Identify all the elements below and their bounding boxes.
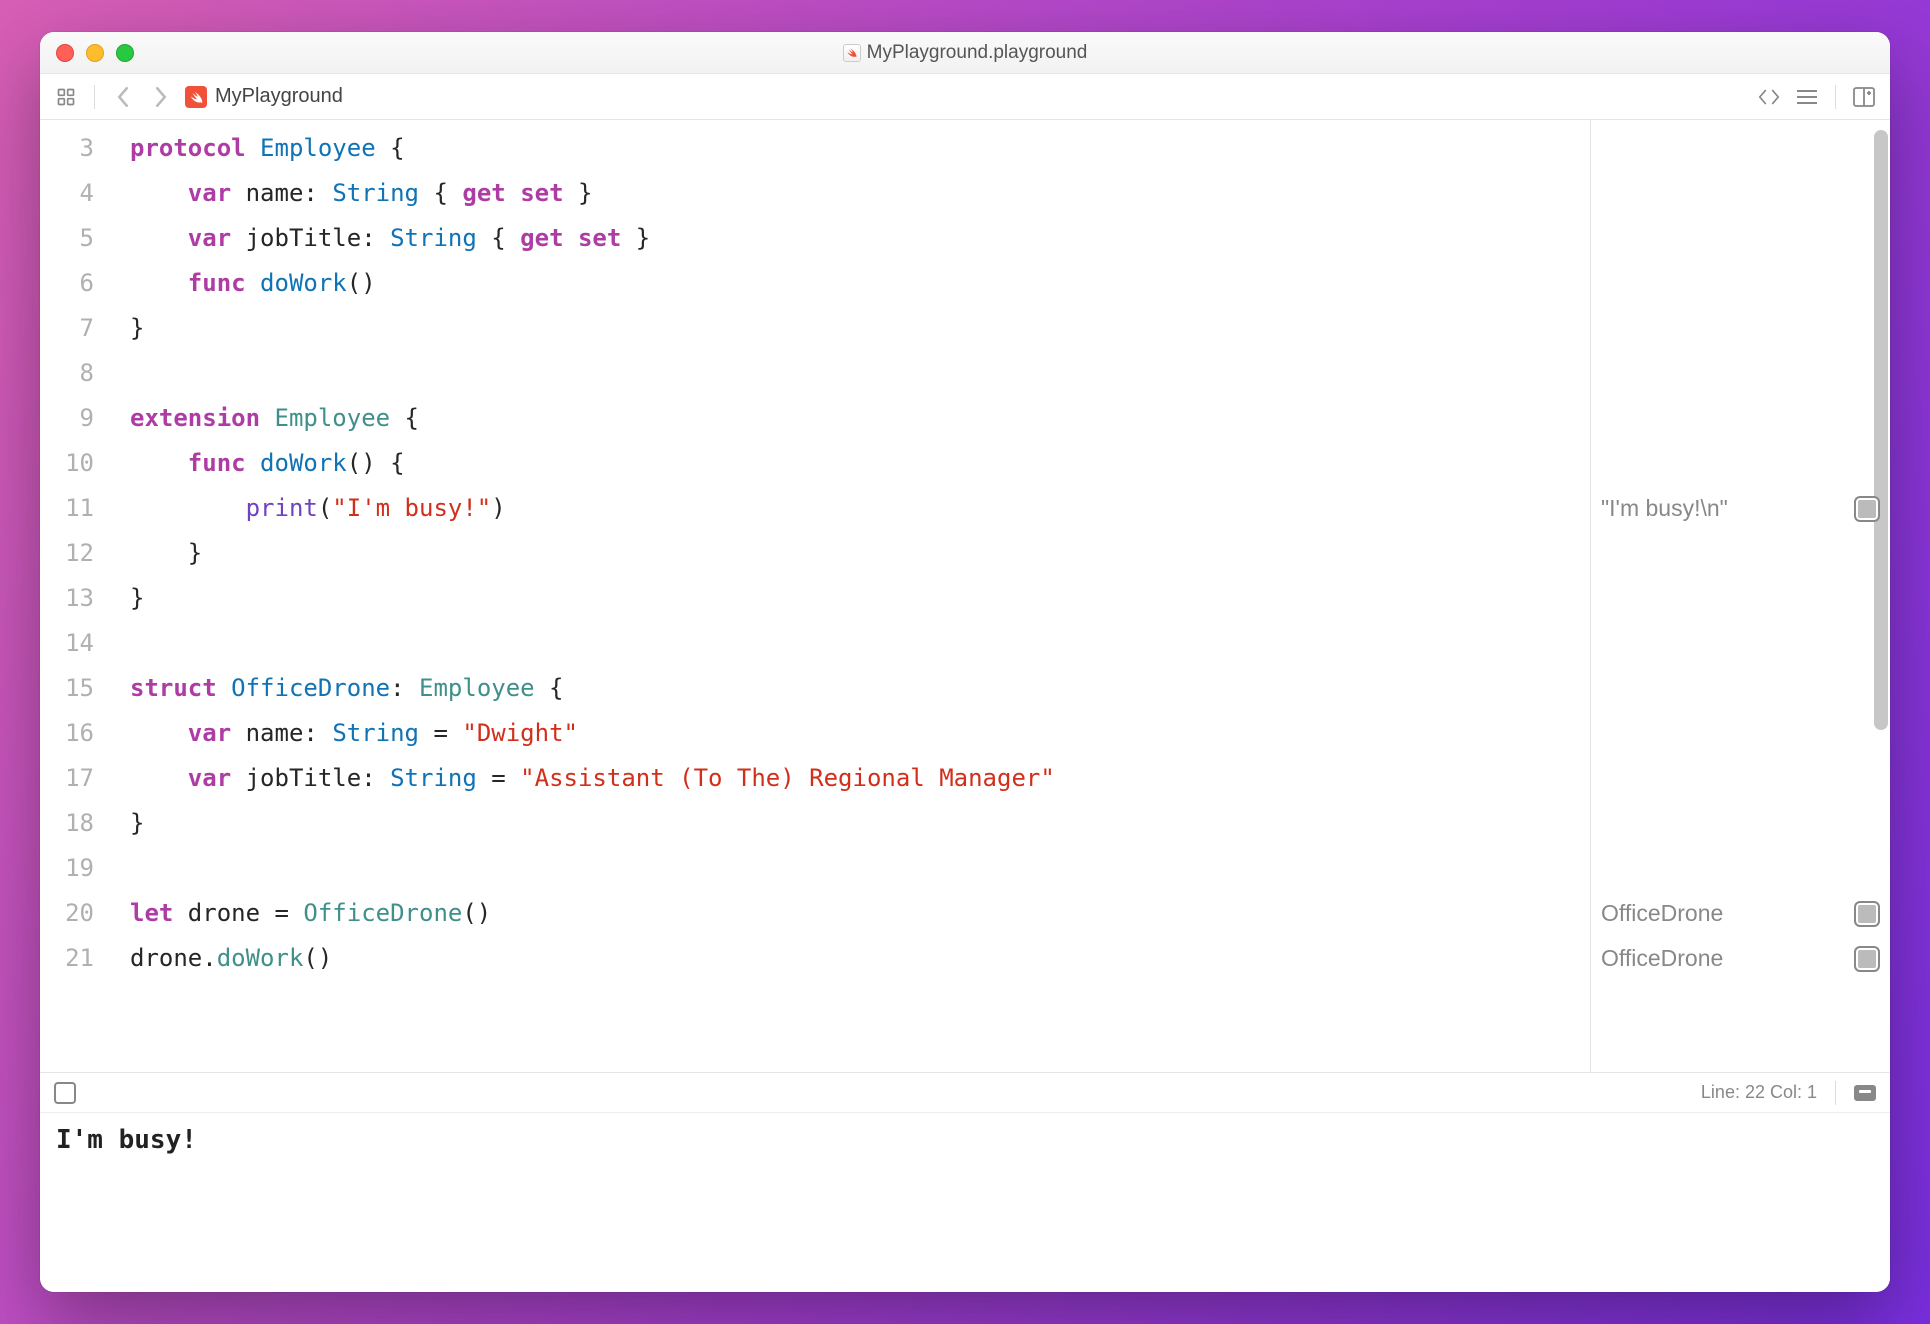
line-number: 20 bbox=[40, 891, 112, 936]
result-row[interactable]: "I'm busy!\n" bbox=[1601, 486, 1880, 531]
cursor-position: Line: 22 Col: 1 bbox=[1701, 1082, 1817, 1103]
code-line[interactable]: extension Employee { bbox=[130, 396, 1590, 441]
code-line[interactable]: var jobTitle: String = "Assistant (To Th… bbox=[130, 756, 1590, 801]
line-number: 5 bbox=[40, 216, 112, 261]
related-items-icon[interactable] bbox=[52, 83, 80, 111]
file-tab-label: MyPlayground bbox=[215, 85, 343, 108]
line-gutter: 3456789101112131415161718192021 bbox=[40, 120, 112, 1072]
results-sidebar: "I'm busy!\n" OfficeDrone OfficeDrone bbox=[1590, 120, 1890, 1072]
result-row[interactable]: OfficeDrone bbox=[1601, 936, 1880, 981]
console-output: I'm busy! bbox=[56, 1125, 197, 1155]
quicklook-icon[interactable] bbox=[1854, 496, 1880, 522]
line-number: 21 bbox=[40, 936, 112, 981]
line-number: 19 bbox=[40, 846, 112, 891]
xcode-window: MyPlayground.playground MyPlayground bbox=[40, 32, 1890, 1292]
line-number: 14 bbox=[40, 621, 112, 666]
file-tab[interactable]: MyPlayground bbox=[185, 85, 343, 108]
line-number: 15 bbox=[40, 666, 112, 711]
tabbar: MyPlayground bbox=[40, 74, 1890, 120]
divider bbox=[1835, 1081, 1836, 1105]
window-title: MyPlayground.playground bbox=[40, 42, 1890, 64]
swift-file-icon bbox=[843, 44, 861, 62]
divider bbox=[1835, 85, 1836, 109]
code-review-icon[interactable] bbox=[1755, 83, 1783, 111]
line-number: 18 bbox=[40, 801, 112, 846]
line-number: 7 bbox=[40, 306, 112, 351]
result-text: "I'm busy!\n" bbox=[1601, 495, 1728, 522]
back-button[interactable] bbox=[109, 83, 137, 111]
statusbar: Line: 22 Col: 1 bbox=[40, 1072, 1890, 1112]
result-text: OfficeDrone bbox=[1601, 945, 1723, 972]
line-number: 3 bbox=[40, 126, 112, 171]
code-line[interactable]: func doWork() { bbox=[130, 441, 1590, 486]
line-number: 11 bbox=[40, 486, 112, 531]
code-line[interactable]: var name: String = "Dwight" bbox=[130, 711, 1590, 756]
line-number: 17 bbox=[40, 756, 112, 801]
line-number: 10 bbox=[40, 441, 112, 486]
execute-playground-icon[interactable] bbox=[54, 1082, 76, 1104]
line-number: 12 bbox=[40, 531, 112, 576]
scrollbar[interactable] bbox=[1874, 130, 1888, 730]
line-number: 13 bbox=[40, 576, 112, 621]
quicklook-icon[interactable] bbox=[1854, 946, 1880, 972]
code-line[interactable] bbox=[130, 351, 1590, 396]
line-number: 8 bbox=[40, 351, 112, 396]
result-row[interactable]: OfficeDrone bbox=[1601, 891, 1880, 936]
add-editor-icon[interactable] bbox=[1850, 83, 1878, 111]
code-line[interactable]: protocol Employee { bbox=[130, 126, 1590, 171]
code-line[interactable]: var jobTitle: String { get set } bbox=[130, 216, 1590, 261]
code-line[interactable]: var name: String { get set } bbox=[130, 171, 1590, 216]
code-line[interactable]: drone.doWork() bbox=[130, 936, 1590, 981]
code-line[interactable]: print("I'm busy!") bbox=[130, 486, 1590, 531]
code-line[interactable]: func doWork() bbox=[130, 261, 1590, 306]
code-line[interactable] bbox=[130, 621, 1590, 666]
code-line[interactable]: } bbox=[130, 576, 1590, 621]
quicklook-icon[interactable] bbox=[1854, 901, 1880, 927]
toggle-debug-area-icon[interactable] bbox=[1854, 1085, 1876, 1101]
code-line[interactable]: let drone = OfficeDrone() bbox=[130, 891, 1590, 936]
forward-button[interactable] bbox=[147, 83, 175, 111]
line-number: 16 bbox=[40, 711, 112, 756]
line-number: 9 bbox=[40, 396, 112, 441]
code-line[interactable]: } bbox=[130, 306, 1590, 351]
code-line[interactable]: } bbox=[130, 801, 1590, 846]
console[interactable]: I'm busy! bbox=[40, 1112, 1890, 1292]
editor-area: 3456789101112131415161718192021 protocol… bbox=[40, 120, 1890, 1072]
divider bbox=[94, 85, 95, 109]
code-line[interactable] bbox=[130, 846, 1590, 891]
titlebar: MyPlayground.playground bbox=[40, 32, 1890, 74]
line-number: 6 bbox=[40, 261, 112, 306]
swift-icon bbox=[185, 86, 207, 108]
code-line[interactable]: struct OfficeDrone: Employee { bbox=[130, 666, 1590, 711]
result-text: OfficeDrone bbox=[1601, 900, 1723, 927]
adjust-editor-icon[interactable] bbox=[1793, 83, 1821, 111]
line-number: 4 bbox=[40, 171, 112, 216]
code-editor[interactable]: protocol Employee { var name: String { g… bbox=[112, 120, 1590, 1072]
window-title-text: MyPlayground.playground bbox=[867, 42, 1088, 64]
code-line[interactable]: } bbox=[130, 531, 1590, 576]
